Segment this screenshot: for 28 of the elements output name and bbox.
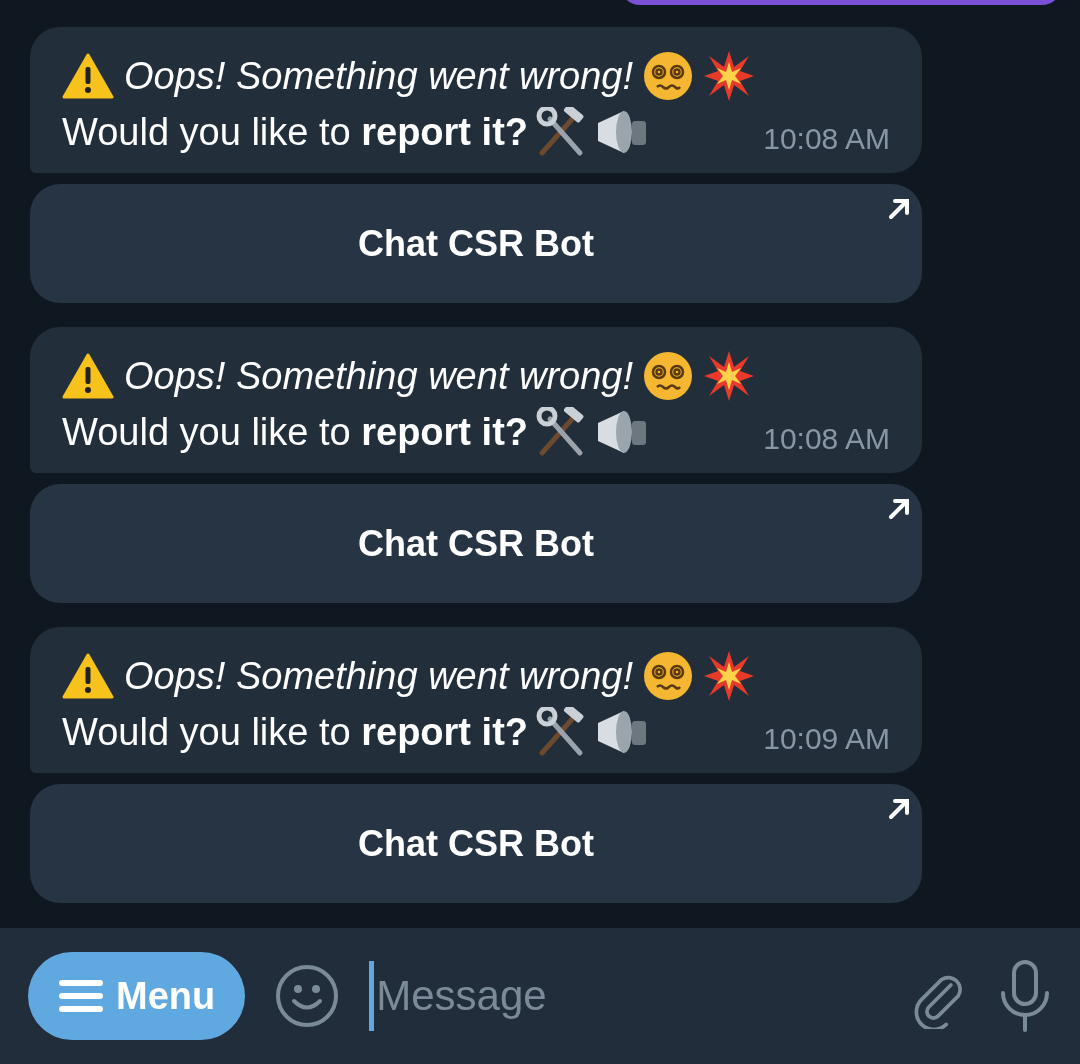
- arrow-icon: [888, 498, 910, 520]
- inline-button[interactable]: Chat CSR Bot: [30, 484, 922, 603]
- message-title: Oops! Something went wrong!: [124, 354, 634, 399]
- message-time: 10:09 AM: [763, 721, 890, 757]
- message-time: 10:08 AM: [763, 421, 890, 457]
- warning-icon: [62, 353, 114, 399]
- inline-button[interactable]: Chat CSR Bot: [30, 784, 922, 903]
- warning-icon: [62, 653, 114, 699]
- message-text: Would you like to report it?: [62, 110, 528, 155]
- menu-icon: [58, 979, 104, 1013]
- message-field[interactable]: Message: [369, 961, 878, 1031]
- emoji-icon[interactable]: [275, 964, 340, 1028]
- warning-icon: [62, 53, 114, 99]
- inline-button[interactable]: Chat CSR Bot: [30, 184, 922, 303]
- explosion-icon: [703, 50, 756, 102]
- dizzy-face-icon: [643, 51, 694, 101]
- message-text: Would you like to report it?: [62, 410, 528, 455]
- arrow-icon: [888, 198, 910, 220]
- message-title: Oops! Something went wrong!: [124, 654, 634, 699]
- dizzy-face-icon: [643, 651, 694, 701]
- message-text: Would you like to report it?: [62, 710, 528, 755]
- explosion-icon: [703, 650, 756, 702]
- arrow-icon: [888, 798, 910, 820]
- microphone-icon[interactable]: [998, 959, 1052, 1033]
- message-time: 10:08 AM: [763, 121, 890, 157]
- explosion-icon: [703, 350, 756, 402]
- message-title: Oops! Something went wrong!: [124, 54, 634, 99]
- dizzy-face-icon: [643, 351, 694, 401]
